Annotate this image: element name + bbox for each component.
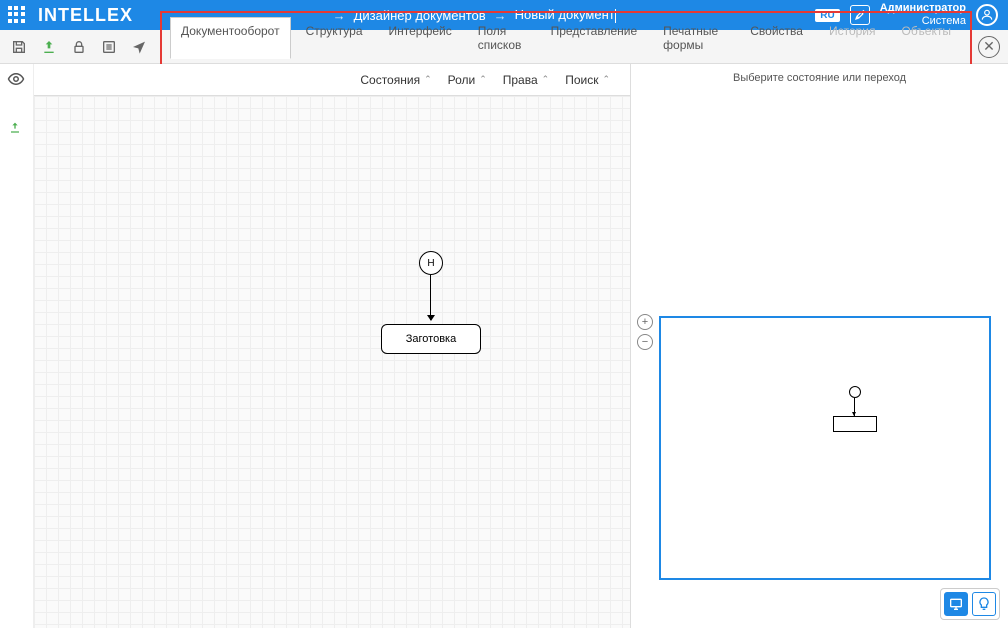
user-icon[interactable] [976, 4, 998, 26]
lock-icon[interactable] [70, 38, 88, 56]
upload-small-icon[interactable] [7, 120, 27, 140]
save-icon[interactable] [10, 38, 28, 56]
lightbulb-button[interactable] [972, 592, 996, 616]
apps-grid-icon[interactable] [8, 6, 26, 24]
right-panel: Выберите состояние или переход + − [630, 64, 1008, 628]
tab-list-fields[interactable]: Поля списков [467, 17, 536, 59]
panel-hint: Выберите состояние или переход [631, 64, 1008, 92]
zoom-out-button[interactable]: − [637, 334, 653, 350]
eye-icon[interactable] [7, 70, 27, 90]
monitor-button[interactable] [944, 592, 968, 616]
zoom-in-button[interactable]: + [637, 314, 653, 330]
toolbar-rights[interactable]: Права⌃ [503, 73, 549, 87]
tab-interface[interactable]: Интерфейс [378, 17, 463, 59]
tab-properties[interactable]: Свойства [739, 17, 814, 59]
workflow-state-node[interactable]: Заготовка [381, 324, 481, 354]
toolbar-action-group [0, 38, 158, 56]
canvas-toolbar: Состояния⌃ Роли⌃ Права⌃ Поиск⌃ [34, 64, 630, 96]
logo: INTELLEX [38, 5, 133, 26]
tab-view[interactable]: Представление [540, 17, 649, 59]
main-toolbar: Документооборот Структура Интерфейс Поля… [0, 30, 1008, 64]
tab-history: История [818, 17, 887, 59]
toolbar-search[interactable]: Поиск⌃ [565, 73, 610, 87]
toolbar-states[interactable]: Состояния⌃ [360, 73, 431, 87]
floating-toolbar [940, 588, 1000, 620]
list-icon[interactable] [100, 38, 118, 56]
chevron-up-icon: ⌃ [602, 74, 610, 85]
header-left: INTELLEX [0, 5, 133, 26]
arrow-icon: → [494, 8, 507, 23]
workflow-canvas[interactable]: Н Заготовка [34, 96, 630, 628]
minimap-start-node [849, 386, 861, 398]
tab-structure[interactable]: Структура [295, 17, 374, 59]
minimap-state-node [833, 416, 877, 432]
logo-text: INTELLEX [38, 5, 133, 26]
tab-workflow[interactable]: Документооборот [170, 17, 291, 59]
minimap[interactable] [659, 316, 991, 580]
chevron-up-icon: ⌃ [479, 74, 487, 85]
content-area: Состояния⌃ Роли⌃ Права⌃ Поиск⌃ Н Заготов… [0, 64, 1008, 628]
arrow-icon: → [333, 8, 346, 23]
workflow-start-node[interactable]: Н [419, 251, 443, 275]
minimap-container: + − [631, 312, 1008, 590]
send-icon[interactable] [130, 38, 148, 56]
chevron-up-icon: ⌃ [542, 74, 550, 85]
zoom-controls: + − [637, 314, 653, 350]
chevron-up-icon: ⌃ [424, 74, 432, 85]
tabs-row: Документооборот Структура Интерфейс Поля… [162, 13, 970, 59]
upload-icon[interactable] [40, 38, 58, 56]
workflow-edge[interactable] [430, 275, 431, 320]
close-icon[interactable]: ✕ [978, 36, 1000, 58]
tab-objects: Объекты [891, 17, 963, 59]
tab-print-forms[interactable]: Печатные формы [652, 17, 735, 59]
minimap-edge [854, 398, 855, 416]
left-rail [0, 64, 34, 628]
canvas-area: Состояния⌃ Роли⌃ Права⌃ Поиск⌃ Н Заготов… [34, 64, 630, 628]
toolbar-roles[interactable]: Роли⌃ [448, 73, 487, 87]
